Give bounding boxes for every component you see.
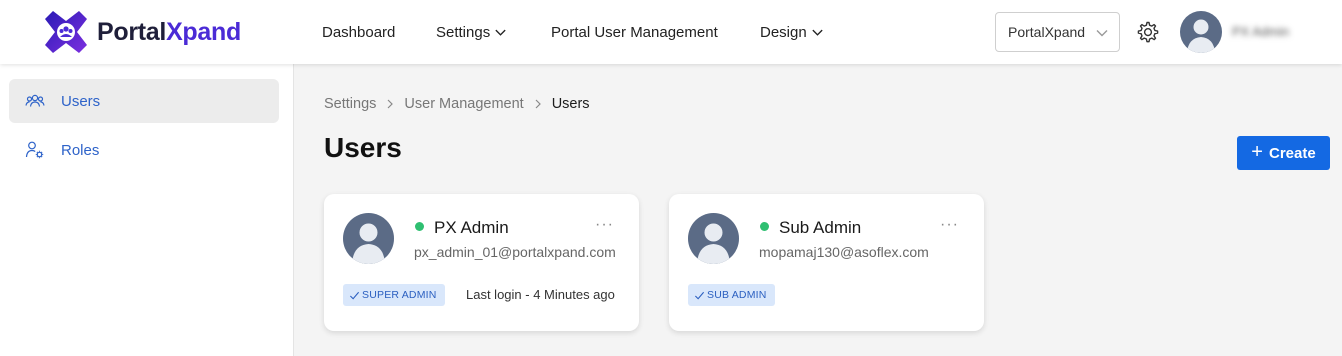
more-options-icon[interactable]: ··· [940,216,959,234]
sidebar-item-label: Roles [61,141,100,159]
sidebar-item-users[interactable]: Users [9,79,279,123]
more-options-icon[interactable]: ··· [595,216,614,234]
nav-design[interactable]: Design [760,0,824,64]
user-email: mopamaj130@asoflex.com [759,244,929,260]
user-email: px_admin_01@portalxpand.com [414,244,616,260]
status-online-dot [415,222,424,231]
nav-portal-user-management-label: Portal User Management [551,23,718,41]
avatar [343,213,394,264]
sidebar-item-label: Users [61,92,101,110]
chevron-down-icon [1096,30,1108,37]
nav-portal-user-management[interactable]: Portal User Management [551,0,718,64]
user-name: PX Admin [434,218,509,237]
brand-name-part2: Xpand [166,17,241,46]
check-icon [349,291,360,300]
user-avatar-icon [688,213,739,264]
nav-dashboard[interactable]: Dashboard [322,0,395,64]
gear-icon[interactable] [1136,20,1160,44]
check-icon [694,291,705,300]
user-card[interactable]: Sub Admin ··· mopamaj130@asoflex.com SUB… [669,194,984,331]
avatar [688,213,739,264]
nav-settings[interactable]: Settings [436,0,507,64]
nav-design-label: Design [760,23,807,41]
breadcrumb-users: Users [551,96,590,112]
chevron-right-icon [535,99,541,109]
user-name[interactable]: PX Admin [1232,24,1289,39]
portalxpand-logo-icon [45,11,87,53]
brand-logo[interactable]: PortalXpand [43,9,241,55]
plus-icon: + [1251,140,1263,163]
chevron-down-icon [812,29,823,36]
sidebar: Users Roles [0,64,294,356]
chevron-right-icon [387,99,394,109]
nav-dashboard-label: Dashboard [322,23,396,41]
brand-name: PortalXpand [97,18,241,47]
status-online-dot [760,222,769,231]
avatar[interactable] [1180,11,1222,53]
role-badge-label: SUB ADMIN [707,289,767,301]
breadcrumb-settings[interactable]: Settings [324,96,376,112]
create-button[interactable]: + Create [1237,136,1330,170]
nav-settings-label: Settings [436,23,491,41]
role-badge: SUB ADMIN [688,284,775,306]
user-avatar-icon [343,213,394,264]
create-button-label: Create [1268,144,1316,162]
users-icon [25,94,45,107]
chevron-down-icon [495,29,506,36]
brand-name-part1: Portal [97,17,167,46]
page-title: Users [324,132,402,163]
role-badge: SUPER ADMIN [343,284,445,306]
role-badge-label: SUPER ADMIN [362,289,437,301]
user-card[interactable]: PX Admin ··· px_admin_01@portalxpand.com… [324,194,639,331]
user-name: Sub Admin [779,218,862,237]
breadcrumb: Settings User Management Users [324,96,590,112]
breadcrumb-user-management[interactable]: User Management [404,96,523,112]
user-avatar-icon [1180,11,1222,53]
sidebar-item-roles[interactable]: Roles [9,128,279,172]
top-bar: PortalXpand Dashboard Settings Portal Us… [0,0,1342,64]
tenant-select[interactable]: PortalXpand [995,12,1120,52]
user-settings-icon [25,141,44,159]
last-login: Last login - 4 Minutes ago [466,287,615,302]
tenant-select-value: PortalXpand [1008,24,1086,40]
